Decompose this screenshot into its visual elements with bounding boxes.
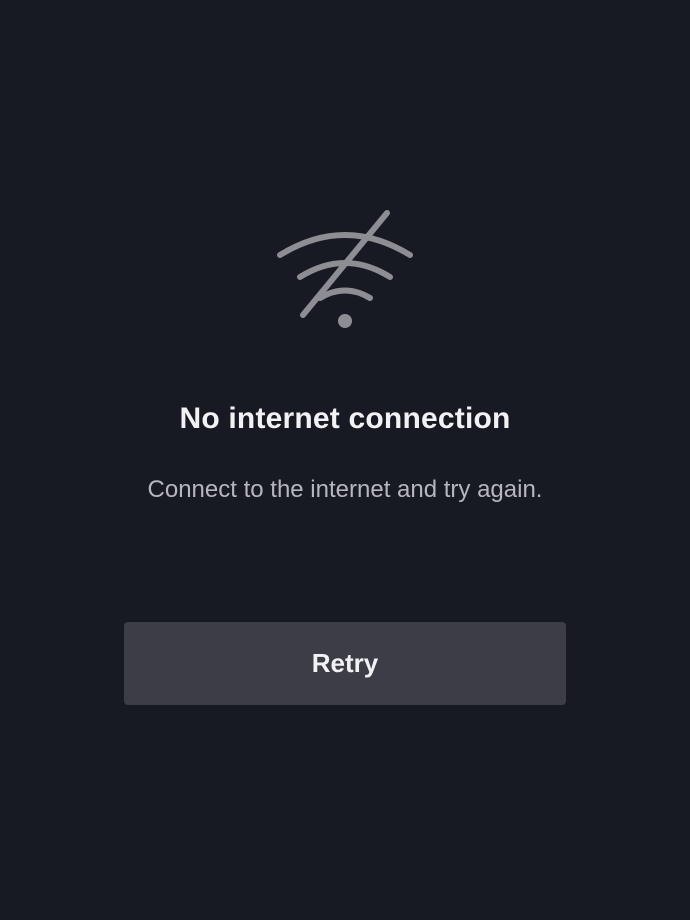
error-subtitle: Connect to the internet and try again. <box>147 476 543 503</box>
retry-button[interactable]: Retry <box>124 622 566 705</box>
wifi-off-icon <box>277 210 413 328</box>
no-connection-screen: No internet connection Connect to the in… <box>0 0 690 920</box>
error-title: No internet connection <box>179 402 511 435</box>
